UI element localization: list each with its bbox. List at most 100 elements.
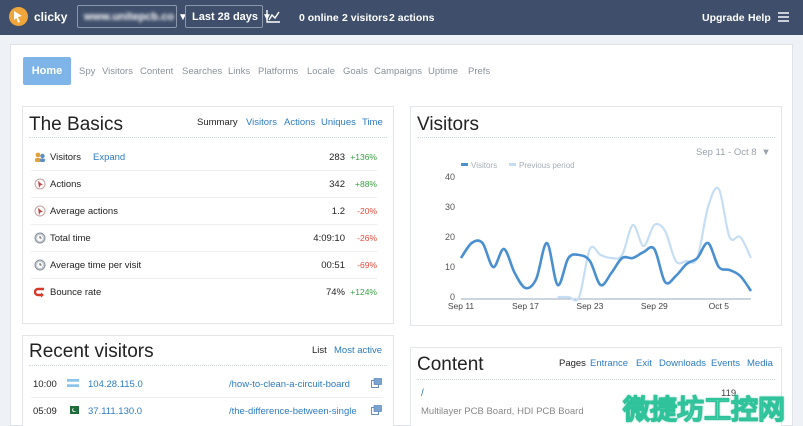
nav-visitors[interactable]: Visitors [102, 66, 133, 77]
nav-searches[interactable]: Searches [182, 66, 222, 77]
main-panel: Home Spy Visitors Content Searches Links… [10, 44, 793, 426]
tab-downloads[interactable]: Downloads [659, 358, 706, 369]
expand-link[interactable]: Expand [93, 152, 125, 163]
chart-date-range-label: Sep 11 - Oct 8 [696, 147, 757, 158]
y-tick-label: 30 [445, 202, 455, 212]
online-count[interactable]: 0 online [299, 12, 339, 24]
nav-spy[interactable]: Spy [79, 66, 95, 77]
stat-label: Average actions [50, 206, 118, 217]
visited-page-link[interactable]: /the-difference-between-single [229, 406, 361, 417]
visitor-ip[interactable]: 37.111.130.0 [88, 406, 142, 417]
stat-change: +124% [350, 287, 377, 297]
recent-visitors-title: Recent visitors [29, 341, 154, 362]
visitors-count[interactable]: 2 visitors [342, 12, 388, 24]
nav-campaigns[interactable]: Campaigns [374, 66, 422, 77]
nav-goals[interactable]: Goals [343, 66, 368, 77]
x-tick-label: Sep 17 [512, 301, 539, 311]
stat-row-average-actions[interactable]: Average actions 1.2 -20% [31, 198, 377, 225]
tab-exit[interactable]: Exit [636, 358, 652, 369]
visitor-row[interactable]: 10:00 104.28.115.0 /how-to-clean-a-circu… [31, 371, 383, 398]
stat-change: -69% [357, 260, 377, 270]
actions-count[interactable]: 2 actions [389, 12, 435, 24]
nav-uptime[interactable]: Uptime [428, 66, 458, 77]
basics-card: The Basics Summary Visitors Actions Uniq… [22, 106, 394, 324]
visitors-chart-title: Visitors [417, 114, 479, 135]
nav-locale[interactable]: Locale [307, 66, 335, 77]
nav-platforms[interactable]: Platforms [258, 66, 298, 77]
cursor-click-icon [34, 178, 46, 190]
stat-value: 74% [325, 287, 345, 298]
upgrade-link[interactable]: Upgrade [702, 12, 745, 24]
nav-prefs[interactable]: Prefs [468, 66, 490, 77]
stat-row-total-time[interactable]: Total time 4:09:10 -26% [31, 225, 377, 252]
visited-page-link[interactable]: /how-to-clean-a-circuit-board [229, 379, 361, 390]
nav-content[interactable]: Content [140, 66, 173, 77]
tab-visitors[interactable]: Visitors [246, 117, 277, 128]
stat-value: 283 [329, 152, 345, 163]
series-line-visitors [459, 239, 753, 292]
stat-row-actions[interactable]: Actions 342 +88% [31, 171, 377, 198]
site-selector[interactable]: www.unitepcb.co ▼ [77, 5, 188, 28]
tab-home[interactable]: Home [23, 57, 71, 85]
clicky-logo-icon[interactable] [9, 7, 28, 26]
stat-change: +136% [350, 152, 377, 162]
recent-visitors-card: Recent visitors List Most active 10:00 1… [22, 335, 394, 426]
content-page-path[interactable]: / [421, 388, 424, 399]
stat-value: 1.2 [331, 206, 345, 217]
stat-row-average-time[interactable]: Average time per visit 00:51 -69% [31, 252, 377, 279]
tab-entrance[interactable]: Entrance [590, 358, 628, 369]
line-graph-icon[interactable] [266, 10, 281, 23]
clock-icon [34, 232, 46, 244]
tab-uniques[interactable]: Uniques [321, 117, 356, 128]
legend-label: Visitors [471, 161, 497, 170]
visitors-icon [35, 152, 45, 162]
x-tick-label: Sep 23 [576, 301, 603, 311]
stat-row-visitors[interactable]: Visitors Expand 283 +136% [31, 144, 377, 171]
stat-row-bounce-rate[interactable]: Bounce rate 74% +124% [31, 279, 377, 306]
stat-label: Visitors [50, 152, 81, 163]
tab-time[interactable]: Time [362, 117, 383, 128]
legend-swatch [509, 163, 516, 166]
y-tick-label: 40 [445, 172, 455, 182]
stat-value: 00:51 [321, 260, 345, 271]
date-range-label: Last 28 days [192, 11, 259, 23]
content-title: Content [417, 354, 484, 375]
date-range-selector[interactable]: Last 28 days ▼ [185, 5, 272, 28]
tab-actions[interactable]: Actions [284, 117, 315, 128]
site-selector-label: www.unitepcb.co [84, 11, 175, 23]
stat-label: Average time per visit [50, 260, 142, 271]
x-tick-label: Oct 5 [709, 301, 730, 311]
legend-label: Previous period [519, 161, 575, 170]
stat-label: Actions [50, 179, 82, 190]
y-tick-label: 10 [445, 262, 455, 272]
content-page-title: Multilayer PCB Board, HDI PCB Board [421, 406, 584, 417]
tab-list[interactable]: List [312, 345, 327, 356]
stat-label: Total time [50, 233, 91, 244]
pakistan-flag-icon [67, 406, 79, 414]
stat-change: +88% [355, 179, 377, 189]
clock-icon [34, 259, 46, 271]
series-line-previous-period [557, 186, 752, 302]
chart-date-range[interactable]: Sep 11 - Oct 8 ▼ [696, 147, 771, 158]
stat-value: 4:09:10 [313, 233, 345, 244]
visitor-row[interactable]: 05:09 37.111.130.0 /the-difference-betwe… [31, 398, 383, 425]
tab-events[interactable]: Events [711, 358, 740, 369]
external-link-icon[interactable] [371, 378, 382, 388]
visitors-line-chart[interactable]: Visitors Previous period010203040Sep 11 Se… [417, 159, 757, 329]
legend-swatch [461, 163, 468, 166]
basics-title: The Basics [29, 114, 123, 135]
tab-most-active[interactable]: Most active [334, 345, 382, 356]
tab-pages[interactable]: Pages [559, 358, 586, 369]
tab-media[interactable]: Media [747, 358, 773, 369]
tab-summary[interactable]: Summary [197, 117, 238, 128]
visitors-chart-card: Visitors Sep 11 - Oct 8 ▼ Visitors Previo… [410, 106, 782, 326]
visitor-ip[interactable]: 104.28.115.0 [88, 379, 143, 390]
menu-icon[interactable] [778, 12, 789, 22]
nav-links[interactable]: Links [228, 66, 250, 77]
visit-time: 10:00 [33, 379, 57, 390]
brand-name[interactable]: clicky [34, 10, 67, 24]
stat-label: Bounce rate [50, 287, 102, 298]
external-link-icon[interactable] [371, 405, 382, 415]
y-tick-label: 20 [445, 232, 455, 242]
help-link[interactable]: Help [748, 12, 771, 24]
